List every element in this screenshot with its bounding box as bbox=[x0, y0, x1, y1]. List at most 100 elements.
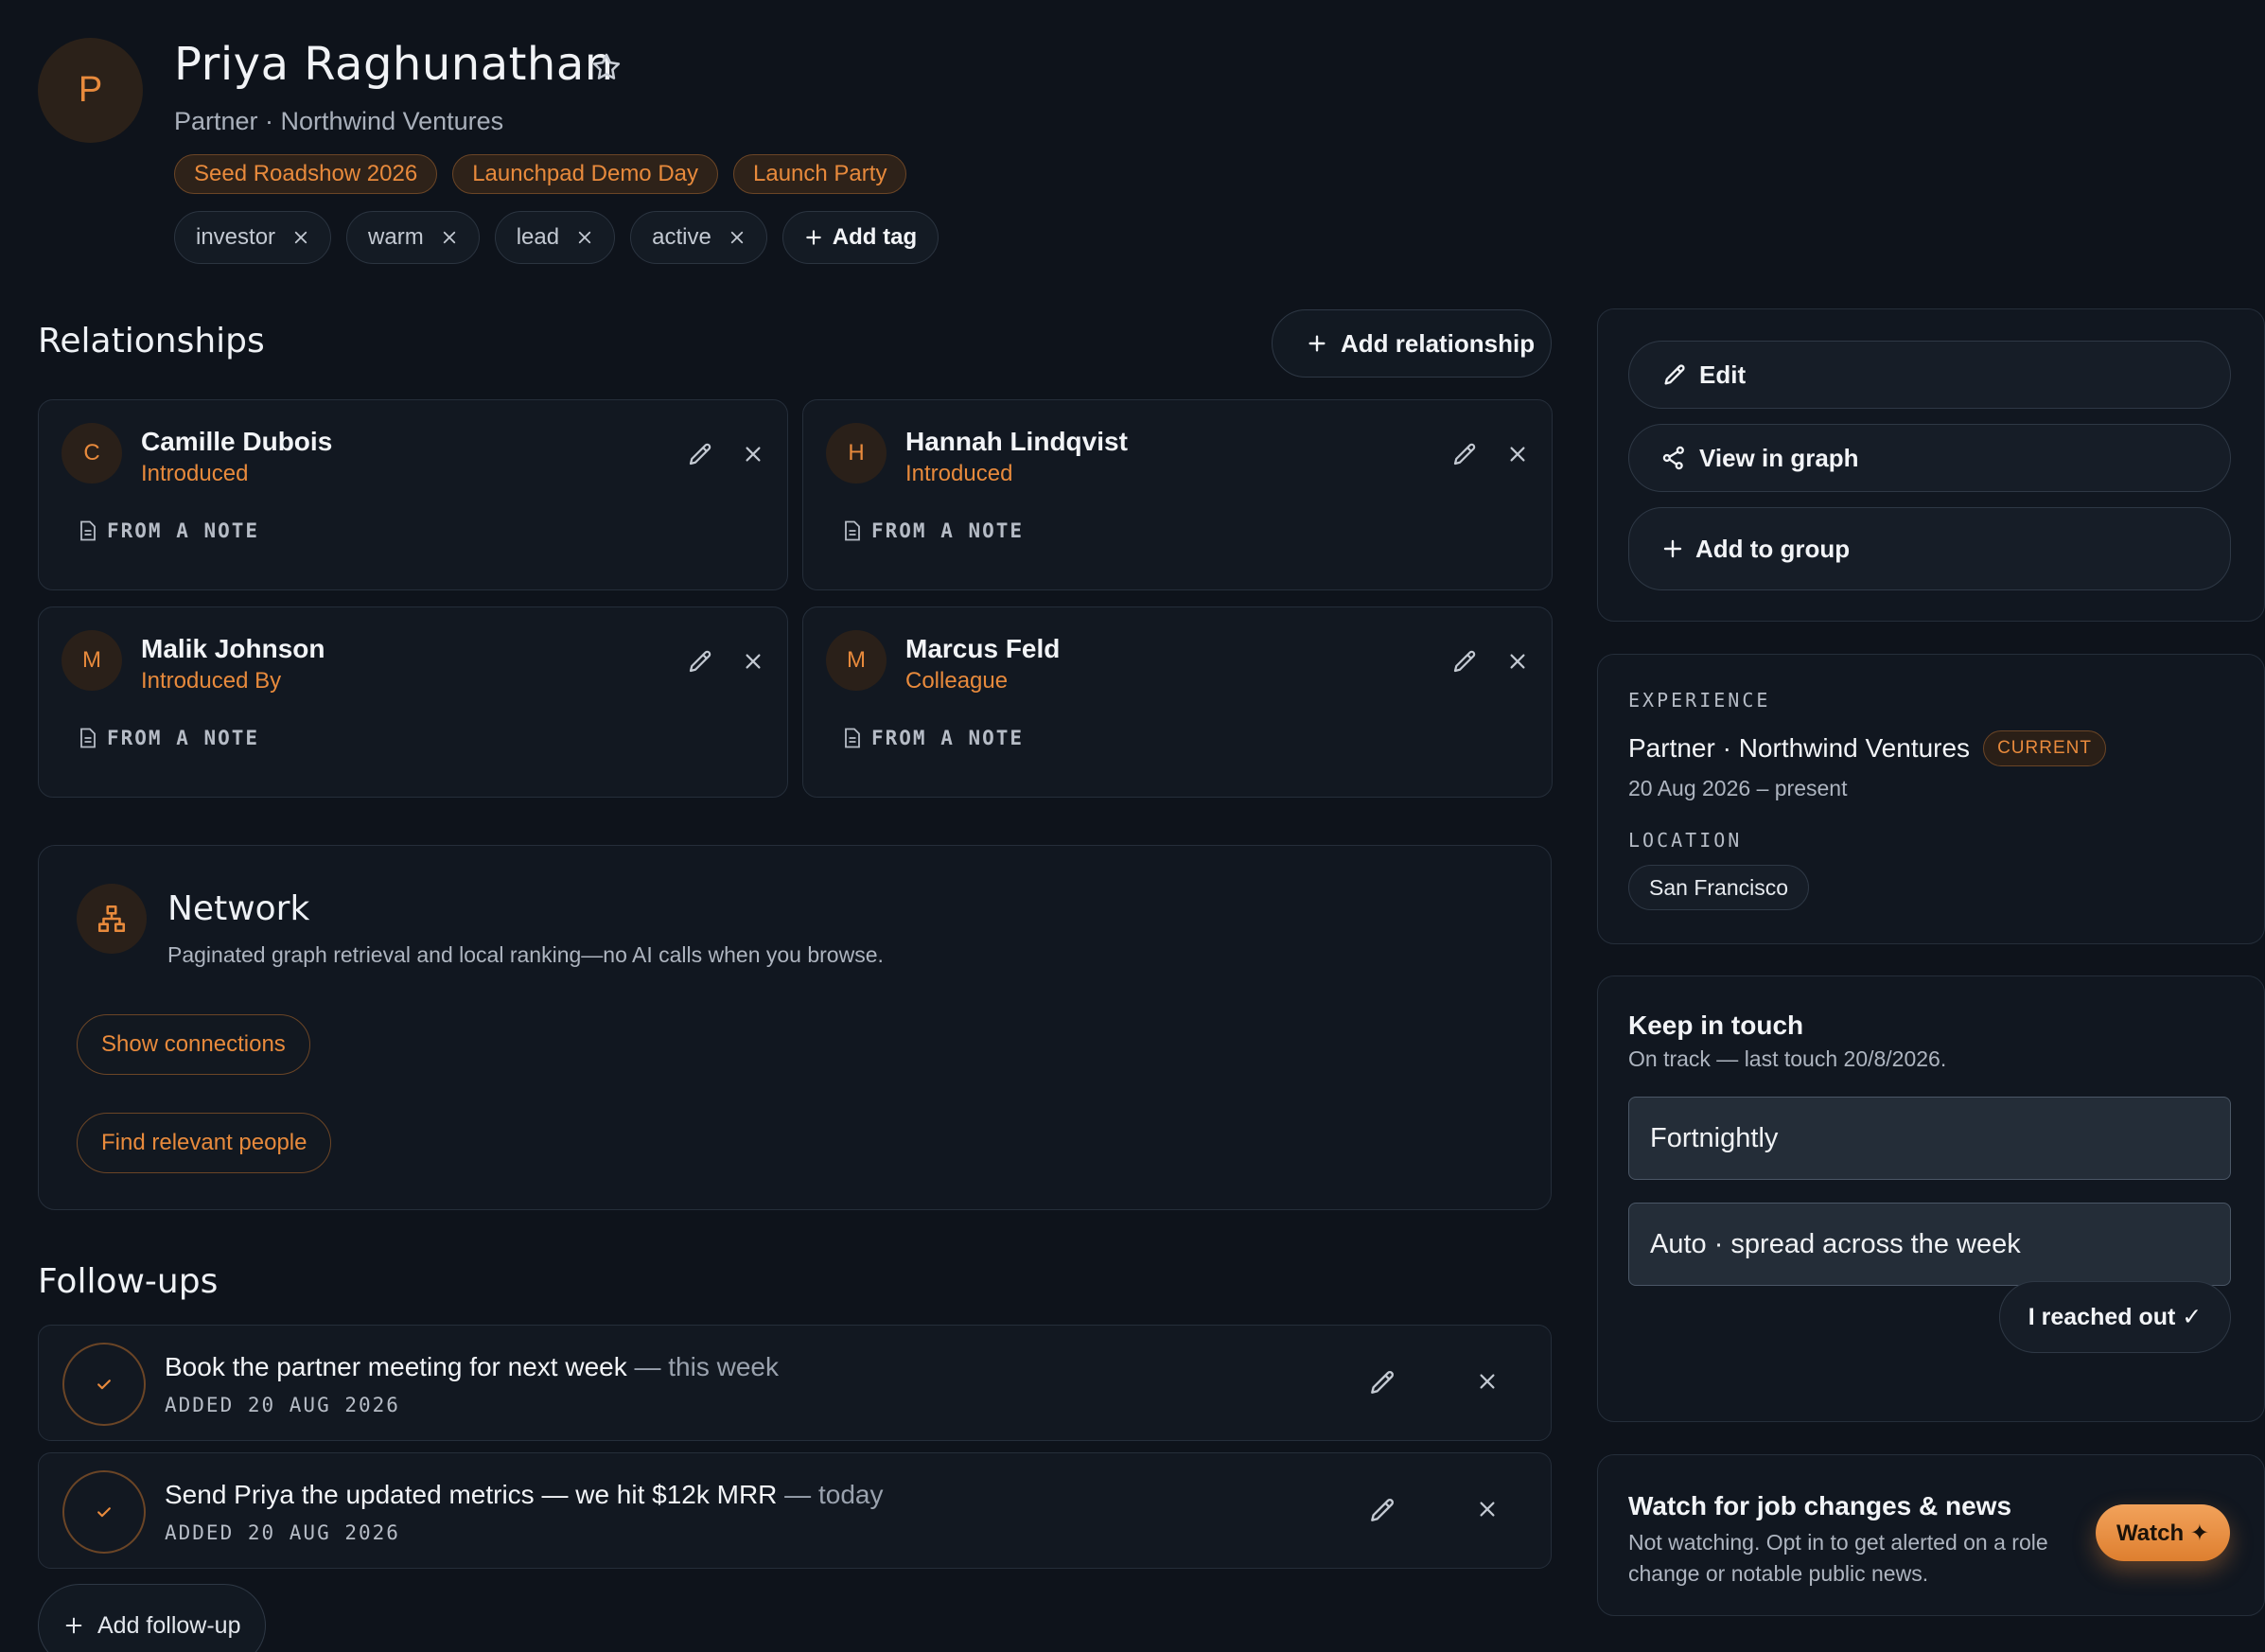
keep-in-touch-panel: Keep in touch On track — last touch 20/8… bbox=[1597, 975, 2265, 1422]
note-icon bbox=[843, 728, 862, 748]
avatar: M bbox=[826, 630, 887, 691]
group-chip[interactable]: Launch Party bbox=[733, 154, 907, 194]
followup-when: — today bbox=[777, 1480, 884, 1509]
keep-in-touch-title: Keep in touch bbox=[1628, 1011, 1804, 1040]
reached-out-button[interactable]: I reached out ✓ bbox=[1999, 1281, 2231, 1353]
source-label: FROM A NOTE bbox=[871, 519, 1025, 542]
check-icon bbox=[95, 1503, 114, 1521]
followup-task: Send Priya the updated metrics — we hit … bbox=[165, 1480, 778, 1509]
close-icon[interactable] bbox=[1507, 651, 1528, 672]
followup-added: ADDED 20 AUG 2026 bbox=[165, 1521, 400, 1544]
note-icon bbox=[79, 728, 97, 748]
tag-chip: warm bbox=[346, 211, 480, 264]
relationship-name: Camille Dubois bbox=[141, 427, 333, 456]
experience-role: Partner · Northwind Ventures bbox=[1628, 733, 1971, 763]
graph-icon bbox=[1661, 445, 1688, 471]
star-icon[interactable] bbox=[590, 51, 623, 83]
tag-label: investor bbox=[196, 224, 276, 250]
relationship-card[interactable]: M Malik Johnson Introduced By FROM A NOT… bbox=[38, 606, 788, 798]
scheduling-select[interactable]: Auto · spread across the week bbox=[1628, 1203, 2231, 1286]
pencil-icon[interactable] bbox=[1450, 440, 1479, 468]
group-chip[interactable]: Seed Roadshow 2026 bbox=[174, 154, 438, 194]
experience-title: Partner · Northwind Ventures CURRENT bbox=[1628, 730, 2106, 766]
close-icon[interactable] bbox=[1477, 1371, 1498, 1392]
close-icon[interactable] bbox=[1507, 444, 1528, 465]
relationship-card[interactable]: C Camille Dubois Introduced FROM A NOTE bbox=[38, 399, 788, 590]
actions-panel: Edit View in graph Add to group bbox=[1597, 308, 2265, 622]
complete-followup-button[interactable] bbox=[62, 1343, 146, 1426]
relationship-type: Colleague bbox=[905, 668, 1009, 694]
edit-label: Edit bbox=[1699, 360, 1747, 389]
contact-name: Priya Raghunathan bbox=[174, 38, 614, 91]
close-icon[interactable] bbox=[441, 229, 458, 246]
watch-button[interactable]: Watch ✦ bbox=[2096, 1504, 2230, 1561]
followup-row: Send Priya the updated metrics — we hit … bbox=[38, 1452, 1552, 1569]
avatar-initial: P bbox=[78, 70, 103, 110]
add-tag-label: Add tag bbox=[832, 224, 918, 250]
network-icon bbox=[77, 884, 147, 954]
close-icon[interactable] bbox=[743, 651, 764, 672]
avatar: C bbox=[61, 423, 122, 483]
network-description: Paginated graph retrieval and local rank… bbox=[167, 942, 884, 967]
pencil-icon[interactable] bbox=[1450, 647, 1479, 676]
experience-label: EXPERIENCE bbox=[1628, 689, 1771, 712]
watch-panel: Watch for job changes & news Not watchin… bbox=[1597, 1454, 2265, 1616]
view-in-graph-button[interactable]: View in graph bbox=[1628, 424, 2231, 492]
relationships-title: Relationships bbox=[38, 322, 265, 360]
followups-title: Follow-ups bbox=[38, 1262, 219, 1301]
add-followup-label: Add follow-up bbox=[97, 1611, 241, 1639]
relationship-type: Introduced bbox=[905, 461, 1013, 486]
pencil-icon[interactable] bbox=[1367, 1495, 1397, 1525]
avatar: M bbox=[61, 630, 122, 691]
relationship-type: Introduced By bbox=[141, 668, 282, 694]
close-icon[interactable] bbox=[729, 229, 746, 246]
relationship-source: FROM A NOTE bbox=[843, 727, 1024, 749]
plus-icon bbox=[1307, 333, 1327, 354]
check-icon bbox=[95, 1375, 114, 1394]
close-icon[interactable] bbox=[743, 444, 764, 465]
complete-followup-button[interactable] bbox=[62, 1470, 146, 1554]
add-relationship-button[interactable]: Add relationship bbox=[1272, 309, 1552, 378]
network-panel: Network Paginated graph retrieval and lo… bbox=[38, 845, 1552, 1210]
source-label: FROM A NOTE bbox=[107, 727, 260, 749]
pencil-icon[interactable] bbox=[686, 440, 714, 468]
edit-button[interactable]: Edit bbox=[1628, 341, 2231, 409]
experience-range: 20 Aug 2026 – present bbox=[1628, 776, 1848, 800]
relationship-source: FROM A NOTE bbox=[843, 519, 1024, 542]
cadence-select[interactable]: Fortnightly bbox=[1628, 1097, 2231, 1180]
followup-row: Book the partner meeting for next week —… bbox=[38, 1325, 1552, 1441]
group-chips: Seed Roadshow 2026 Launchpad Demo Day La… bbox=[174, 154, 907, 194]
note-icon bbox=[843, 520, 862, 541]
followup-when: — this week bbox=[626, 1352, 779, 1381]
relationship-card[interactable]: H Hannah Lindqvist Introduced FROM A NOT… bbox=[802, 399, 1553, 590]
relationship-card[interactable]: M Marcus Feld Colleague FROM A NOTE bbox=[802, 606, 1553, 798]
close-icon[interactable] bbox=[1477, 1499, 1498, 1520]
close-icon[interactable] bbox=[576, 229, 593, 246]
contact-avatar: P bbox=[38, 38, 143, 143]
relationship-source: FROM A NOTE bbox=[79, 519, 259, 542]
plus-icon bbox=[1661, 537, 1684, 560]
plus-icon bbox=[804, 228, 823, 247]
add-followup-button[interactable]: Add follow-up bbox=[38, 1584, 267, 1652]
source-label: FROM A NOTE bbox=[107, 519, 260, 542]
pencil-icon bbox=[1661, 361, 1688, 388]
relationship-name: Marcus Feld bbox=[905, 634, 1061, 663]
close-icon[interactable] bbox=[292, 229, 309, 246]
relationship-name: Hannah Lindqvist bbox=[905, 427, 1128, 456]
followup-task: Book the partner meeting for next week bbox=[165, 1352, 627, 1381]
pencil-icon[interactable] bbox=[686, 647, 714, 676]
find-relevant-people-button[interactable]: Find relevant people bbox=[77, 1113, 332, 1173]
group-chip[interactable]: Launchpad Demo Day bbox=[452, 154, 719, 194]
add-to-group-button[interactable]: Add to group bbox=[1628, 507, 2231, 590]
relationship-source: FROM A NOTE bbox=[79, 727, 259, 749]
network-title: Network bbox=[167, 889, 310, 928]
pencil-icon[interactable] bbox=[1367, 1367, 1397, 1397]
location-label: LOCATION bbox=[1628, 829, 1743, 852]
current-badge: CURRENT bbox=[1983, 730, 2106, 766]
view-in-graph-label: View in graph bbox=[1699, 443, 1859, 472]
tag-chip: lead bbox=[494, 211, 616, 264]
show-connections-button[interactable]: Show connections bbox=[77, 1014, 310, 1075]
contact-subtitle: Partner · Northwind Ventures bbox=[174, 107, 504, 135]
followup-text: Book the partner meeting for next week —… bbox=[165, 1352, 779, 1382]
add-tag-button[interactable]: Add tag bbox=[781, 211, 939, 264]
